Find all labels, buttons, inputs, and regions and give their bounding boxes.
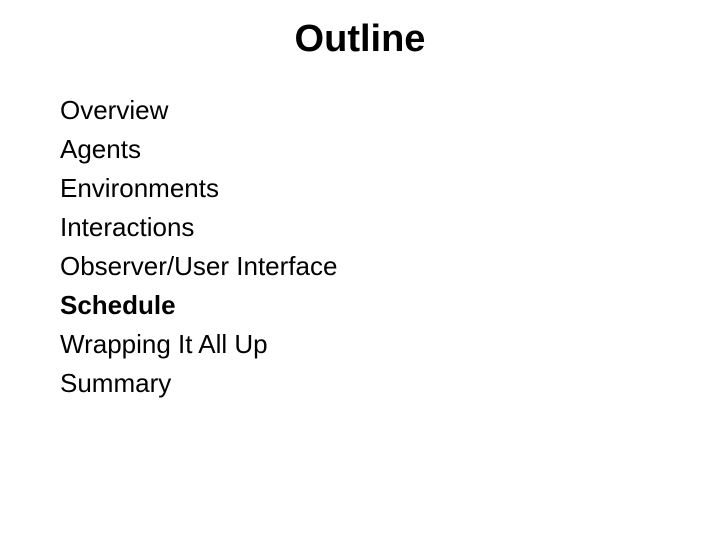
outline-item: Environments xyxy=(60,169,720,208)
outline-item: Schedule xyxy=(60,286,720,325)
outline-item: Overview xyxy=(60,91,720,130)
outline-item: Wrapping It All Up xyxy=(60,325,720,364)
outline-item: Summary xyxy=(60,364,720,403)
outline-item: Agents xyxy=(60,130,720,169)
outline-item: Observer/User Interface xyxy=(60,247,720,286)
outline-item: Interactions xyxy=(60,208,720,247)
outline-list: Overview Agents Environments Interaction… xyxy=(0,91,720,403)
slide: Outline Overview Agents Environments Int… xyxy=(0,0,720,540)
slide-title: Outline xyxy=(0,18,720,61)
